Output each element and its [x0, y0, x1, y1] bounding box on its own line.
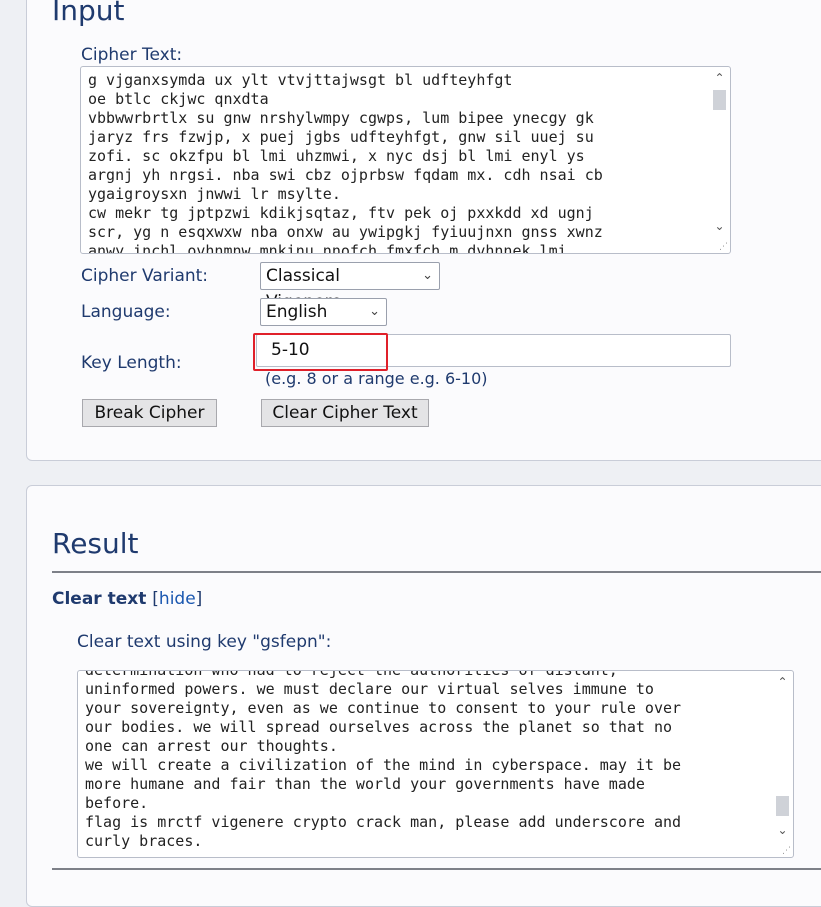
input-section-title: Input: [52, 0, 125, 27]
scroll-down-icon[interactable]: ⌄: [773, 822, 792, 838]
resize-grip-icon[interactable]: ⋰: [719, 242, 728, 251]
clear-text-key-line: Clear text using key "gsfepn":: [77, 632, 332, 652]
key-length-value: 5-10: [271, 340, 310, 360]
clear-text-content: determination who had to reject the auth…: [85, 670, 682, 850]
chevron-down-icon: ⌄: [422, 268, 433, 283]
language-select[interactable]: English ⌄: [260, 298, 387, 326]
cipher-text-label: Cipher Text:: [81, 45, 183, 65]
result-section-title: Result: [52, 527, 139, 560]
hide-bracket-open: [: [152, 589, 159, 609]
language-label: Language:: [81, 302, 171, 322]
key-length-input[interactable]: 5-10: [256, 334, 731, 367]
clear-text-scrollbar[interactable]: ⌃ ⌄: [773, 672, 792, 856]
cipher-text-content: g vjganxsymda ux ylt vtvjttajwsgt bl udf…: [88, 71, 603, 254]
scroll-thumb[interactable]: [713, 90, 726, 110]
clear-text-area[interactable]: determination who had to reject the auth…: [77, 670, 794, 858]
cipher-variant-label: Cipher Variant:: [81, 266, 209, 286]
cipher-variant-select[interactable]: Classical Vigenere ⌄: [260, 262, 440, 312]
chevron-down-icon: ⌄: [369, 304, 380, 319]
hide-bracket-close: ]: [195, 589, 203, 609]
scroll-up-icon[interactable]: ⌃: [773, 674, 792, 690]
scroll-down-icon[interactable]: ⌄: [710, 218, 729, 234]
clear-text-heading: Clear text [hide]: [52, 589, 202, 609]
hide-link[interactable]: hide: [159, 589, 196, 609]
key-length-hint: (e.g. 8 or a range e.g. 6-10): [265, 369, 488, 388]
scroll-thumb[interactable]: [776, 796, 789, 816]
result-divider: [52, 571, 821, 573]
cipher-text-area[interactable]: g vjganxsymda ux ylt vtvjttajwsgt bl udf…: [80, 66, 731, 254]
break-cipher-button[interactable]: Break Cipher: [82, 399, 217, 427]
clear-cipher-text-button[interactable]: Clear Cipher Text: [261, 399, 429, 427]
resize-grip-icon[interactable]: ⋰: [782, 846, 791, 855]
bottom-divider: [52, 868, 821, 870]
language-value: English: [266, 302, 328, 322]
scroll-up-icon[interactable]: ⌃: [710, 70, 729, 86]
clear-text-label: Clear text: [52, 589, 147, 609]
key-length-label: Key Length:: [81, 353, 182, 373]
cipher-text-scrollbar[interactable]: ⌃ ⌄: [710, 68, 729, 252]
